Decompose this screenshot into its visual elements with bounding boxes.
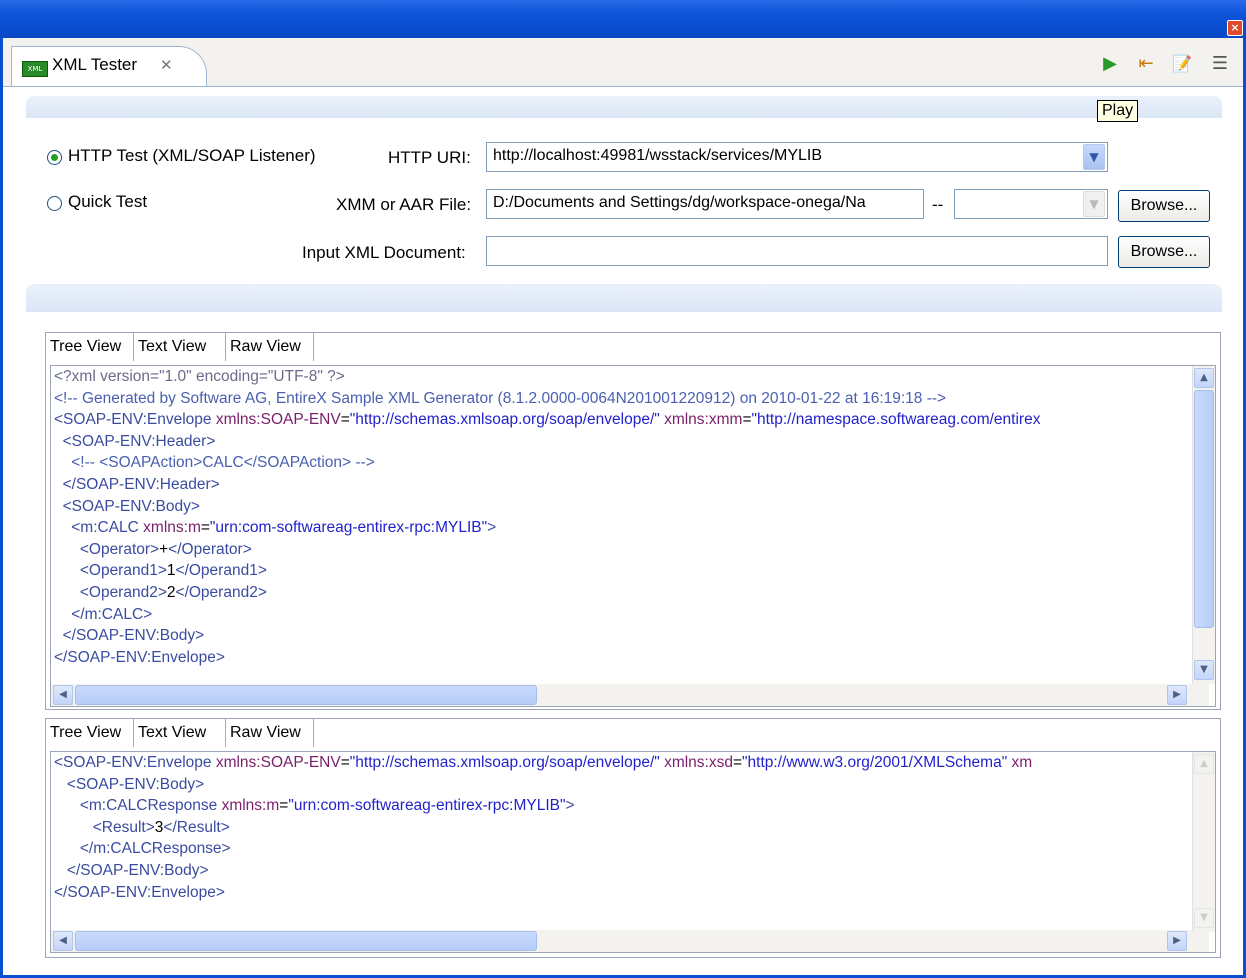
response-tab-raw-view[interactable]: Raw View [226,719,314,747]
scroll-down-icon[interactable]: ▼ [1194,908,1214,928]
response-xml-editor[interactable]: <SOAP-ENV:Envelope xmlns:SOAP-ENV="http:… [50,751,1216,953]
quick-test-label: Quick Test [68,192,148,211]
code-line: <m:CALC xmlns:m="urn:com-softwareag-enti… [54,519,497,537]
request-tab-text-view[interactable]: Text View [134,333,226,361]
xmm-separator: -- [932,195,944,214]
code-line: </SOAP-ENV:Envelope> [54,883,225,901]
tab-xml-tester[interactable]: XML XML Tester ✕ [11,46,207,86]
scroll-down-icon[interactable]: ▼ [1194,660,1214,680]
code-line: <!-- Generated by Software AG, EntireX S… [54,389,947,407]
quick-test-radio[interactable] [47,196,62,211]
request-panel: Tree View Text View Raw View <?xml versi… [45,332,1221,710]
tab-close-icon[interactable]: ✕ [160,56,173,74]
code-line: <Result>3</Result> [54,818,230,836]
xml-file-icon: XML [22,61,48,77]
request-hscroll-thumb[interactable] [75,685,537,705]
code-line: <m:CALCResponse xmlns:m="urn:com-softwar… [54,797,575,815]
form-header-band [26,96,1222,118]
http-uri-dropdown-button[interactable]: ▼ [1083,144,1105,170]
play-icon[interactable]: ▶ [1098,52,1122,76]
results-header-band [26,284,1222,312]
http-test-radio[interactable] [47,150,62,165]
request-xml-editor[interactable]: <?xml version="1.0" encoding="UTF-8" ?> <… [50,365,1216,707]
http-test-label: HTTP Test (XML/SOAP Listener) [68,146,316,165]
export-icon[interactable]: 📝 [1170,52,1194,76]
scroll-up-icon[interactable]: ▲ [1194,368,1214,388]
code-line: </SOAP-ENV:Body> [54,861,209,879]
code-line: <SOAP-ENV:Envelope xmlns:SOAP-ENV="http:… [54,411,1041,429]
input-xml-field[interactable] [486,236,1108,266]
xmm-file-label: XMM or AAR File: [336,195,472,214]
request-tab-raw-view[interactable]: Raw View [226,333,314,361]
response-tab-text-view[interactable]: Text View [134,719,226,747]
code-line: <SOAP-ENV:Envelope xmlns:SOAP-ENV="http:… [54,754,1033,771]
code-line: <?xml version="1.0" encoding="UTF-8" ?> [54,368,345,385]
request-vscroll-thumb[interactable] [1194,390,1214,628]
code-line: </m:CALCResponse> [54,840,231,858]
http-uri-label: HTTP URI: [388,148,471,167]
code-line: <SOAP-ENV:Body> [54,775,205,793]
code-line: <Operator>+</Operator> [54,540,252,558]
scroll-right-icon[interactable]: ▶ [1167,931,1187,951]
code-line: </m:CALC> [54,605,153,623]
xmm-file-input[interactable]: D:/Documents and Settings/dg/workspace-o… [486,189,924,219]
response-hscroll-thumb[interactable] [75,931,537,951]
code-line: <Operand2>2</Operand2> [54,583,267,601]
play-tooltip: Play [1097,100,1139,122]
response-xml-text: <SOAP-ENV:Envelope xmlns:SOAP-ENV="http:… [51,752,1184,903]
xmm-browse-button[interactable]: Browse... [1118,190,1210,222]
xmm-secondary-dropdown-button[interactable]: ▼ [1083,191,1105,217]
code-line: </SOAP-ENV:Body> [54,627,205,645]
http-uri-combo[interactable]: http://localhost:49981/wsstack/services/… [486,142,1108,172]
code-line: <SOAP-ENV:Body> [54,497,200,515]
request-xml-text: <?xml version="1.0" encoding="UTF-8" ?> <… [51,366,1184,668]
scroll-left-icon[interactable]: ◀ [53,931,73,951]
editor-tab-row: XML XML Tester ✕ [3,38,1243,87]
tab-label: XML Tester [52,55,138,74]
request-tab-tree-view[interactable]: Tree View [46,333,134,361]
scroll-up-icon[interactable]: ▲ [1194,754,1214,774]
scroll-left-icon[interactable]: ◀ [53,685,73,705]
xmm-file-value: D:/Documents and Settings/dg/workspace-o… [493,194,866,211]
request-horizontal-scrollbar[interactable]: ◀ ▶ [51,684,1209,706]
step-back-icon[interactable]: ⇤ [1134,52,1158,76]
layout-icon[interactable]: ☰ [1208,52,1232,76]
code-line: <!-- <SOAPAction>CALC</SOAPAction> --> [54,454,375,472]
request-vertical-scrollbar[interactable]: ▲ ▼ [1192,366,1215,684]
code-line: </SOAP-ENV:Header> [54,475,220,493]
response-panel: Tree View Text View Raw View <SOAP-ENV:E… [45,718,1221,958]
http-uri-value: http://localhost:49981/wsstack/services/… [493,147,823,164]
response-horizontal-scrollbar[interactable]: ◀ ▶ [51,930,1209,952]
code-line: </SOAP-ENV:Envelope> [54,648,225,666]
input-xml-browse-button[interactable]: Browse... [1118,236,1210,268]
response-tab-tree-view[interactable]: Tree View [46,719,134,747]
window-titlebar: × [0,0,1246,38]
scroll-right-icon[interactable]: ▶ [1167,685,1187,705]
input-xml-label: Input XML Document: [302,243,466,262]
code-line: <Operand1>1</Operand1> [54,562,267,580]
response-vertical-scrollbar[interactable]: ▲ ▼ [1192,752,1215,932]
window-close-button[interactable]: × [1227,20,1243,36]
code-line: <SOAP-ENV:Header> [54,432,216,450]
